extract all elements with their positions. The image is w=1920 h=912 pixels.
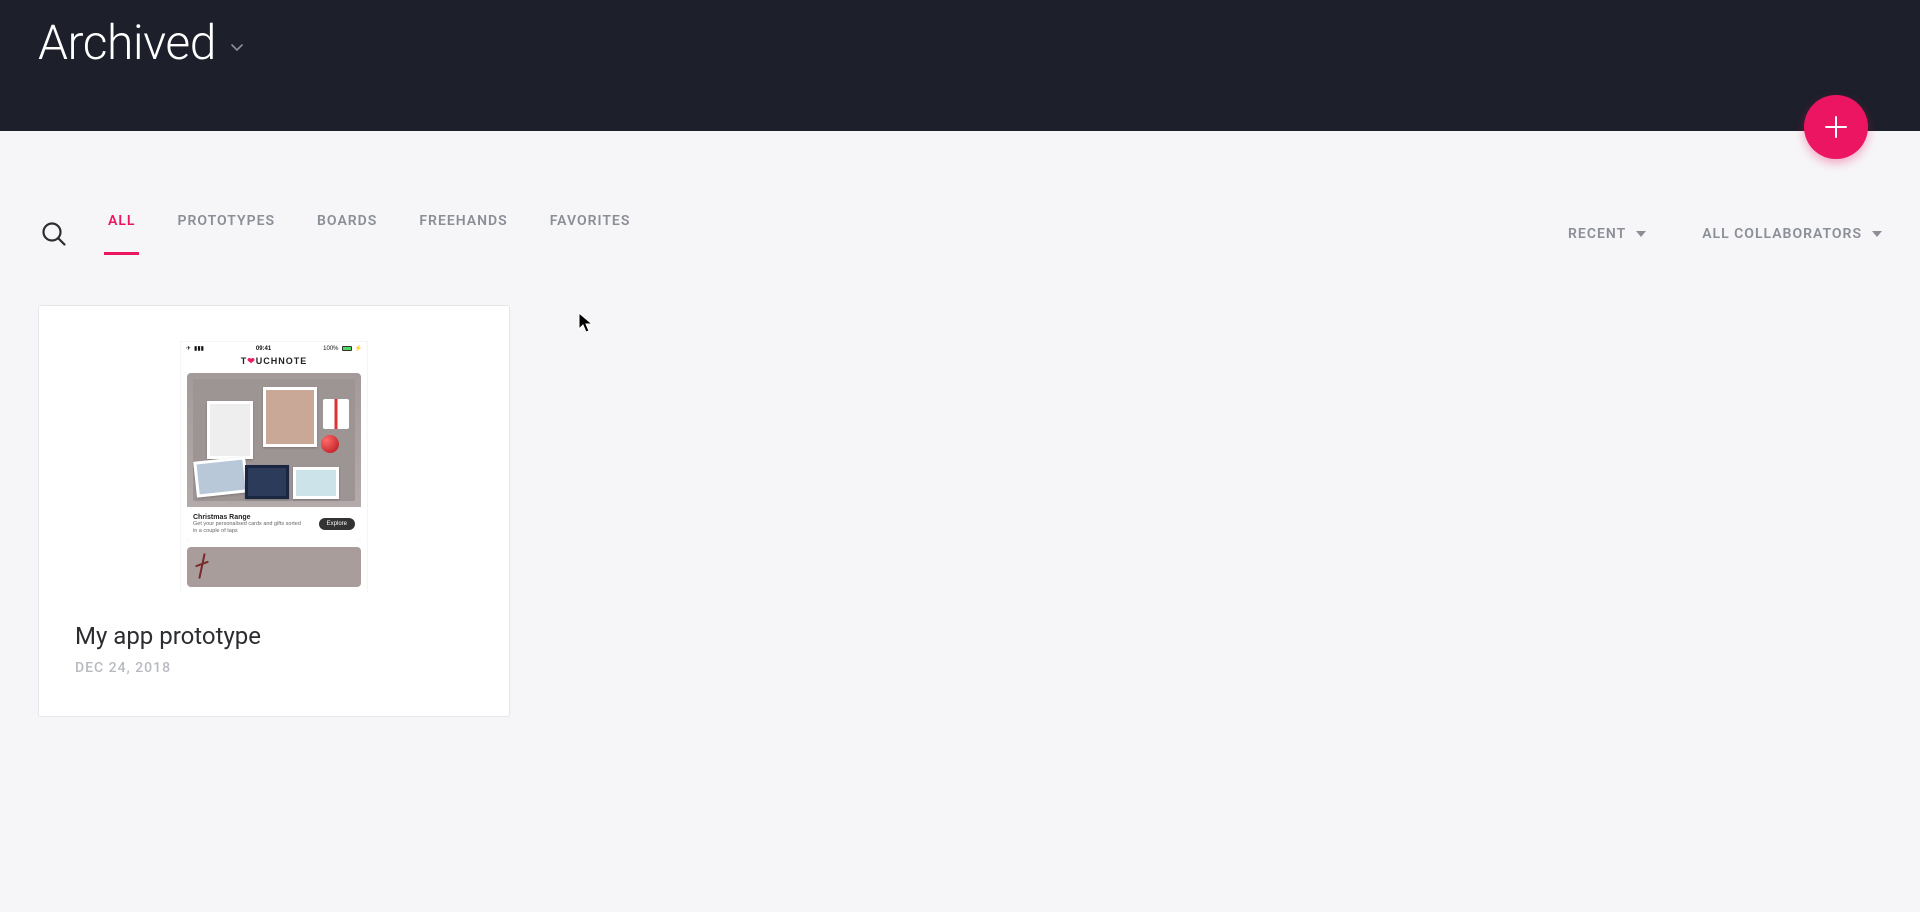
phone-statusbar: ✈ ▮▮▮ 09:41 100% ⚡ xyxy=(181,342,367,354)
battery-icon xyxy=(342,346,352,351)
tab-boards[interactable]: BOARDS xyxy=(317,213,377,255)
caret-down-icon xyxy=(1636,231,1646,237)
filter-right: RECENT ALL COLLABORATORS xyxy=(1568,226,1882,242)
filter-tabs: ALL PROTOTYPES BOARDS FREEHANDS FAVORITE… xyxy=(108,213,630,255)
preview-brand: T❤UCHNOTE xyxy=(181,354,367,373)
status-time: 09:41 xyxy=(256,346,271,352)
status-battery-text: 100% xyxy=(323,346,338,352)
preview-hero: Christmas Range Get your personalised ca… xyxy=(187,373,361,541)
project-title: My app prototype xyxy=(75,622,473,650)
phone-preview: ✈ ▮▮▮ 09:41 100% ⚡ T❤UCHNOTE xyxy=(181,342,367,592)
sort-dropdown[interactable]: RECENT xyxy=(1568,226,1646,242)
hero-subtitle: Get your personalised cards and gifts so… xyxy=(193,521,303,534)
tab-favorites[interactable]: FAVORITES xyxy=(550,213,631,255)
projects-grid: ✈ ▮▮▮ 09:41 100% ⚡ T❤UCHNOTE xyxy=(0,255,1920,777)
page-title-dropdown[interactable]: Archived xyxy=(38,14,244,71)
signal-icon: ▮▮▮ xyxy=(194,345,204,352)
tab-label: FREEHANDS xyxy=(419,213,507,229)
sort-dropdown-label: RECENT xyxy=(1568,226,1626,242)
preview-hero-secondary xyxy=(187,547,361,587)
filter-bar: ALL PROTOTYPES BOARDS FREEHANDS FAVORITE… xyxy=(0,213,1920,255)
project-thumbnail: ✈ ▮▮▮ 09:41 100% ⚡ T❤UCHNOTE xyxy=(39,306,509,592)
create-button[interactable] xyxy=(1804,95,1868,159)
tab-label: PROTOTYPES xyxy=(177,213,275,229)
chevron-down-icon xyxy=(230,41,244,55)
tab-all[interactable]: ALL xyxy=(108,213,135,255)
airplane-icon: ✈ xyxy=(186,345,191,352)
tab-label: ALL xyxy=(108,213,135,229)
tab-label: FAVORITES xyxy=(550,213,631,229)
hero-title: Christmas Range xyxy=(193,514,303,521)
hero-cta: Explore xyxy=(319,518,355,530)
collaborators-dropdown[interactable]: ALL COLLABORATORS xyxy=(1702,226,1882,242)
caret-down-icon xyxy=(1872,231,1882,237)
project-date: DEC 24, 2018 xyxy=(75,660,473,676)
search-button[interactable] xyxy=(38,218,70,250)
app-header: Archived xyxy=(0,0,1920,131)
collaborators-dropdown-label: ALL COLLABORATORS xyxy=(1702,226,1862,242)
tab-prototypes[interactable]: PROTOTYPES xyxy=(177,213,275,255)
tab-label: BOARDS xyxy=(317,213,377,229)
project-meta: My app prototype DEC 24, 2018 xyxy=(39,592,509,716)
page-title: Archived xyxy=(38,14,216,71)
charging-icon: ⚡ xyxy=(355,345,362,352)
tab-freehands[interactable]: FREEHANDS xyxy=(419,213,507,255)
project-card[interactable]: ✈ ▮▮▮ 09:41 100% ⚡ T❤UCHNOTE xyxy=(38,305,510,717)
plus-icon xyxy=(1823,114,1849,140)
search-icon xyxy=(40,220,68,248)
